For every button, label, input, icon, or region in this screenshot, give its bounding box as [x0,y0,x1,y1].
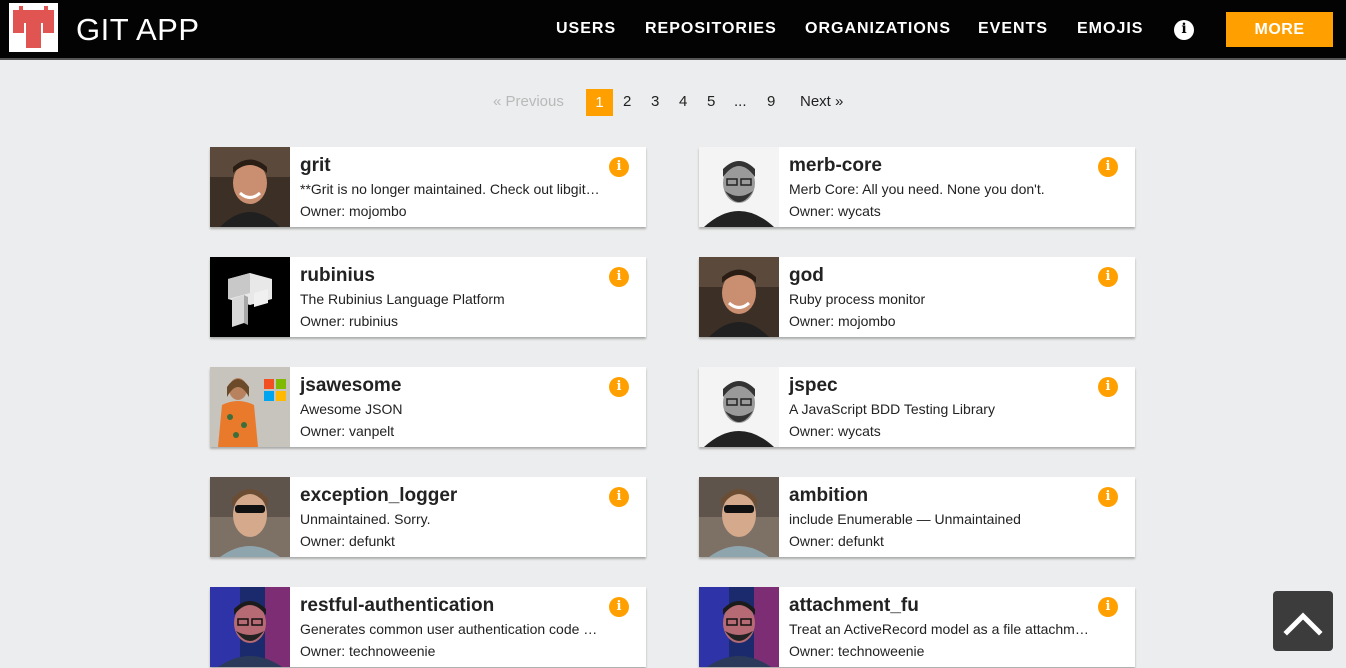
page-link-2[interactable]: 2 [623,93,631,110]
info-icon[interactable]: i [1098,267,1118,287]
info-icon[interactable]: i [609,597,629,617]
more-button[interactable]: MORE [1226,12,1333,47]
repo-card[interactable]: attachment_fu Treat an ActiveRecord mode… [699,587,1135,667]
repo-description: Merb Core: All you need. None you don't. [789,181,1045,197]
repo-card[interactable]: ambition include Enumerable — Unmaintain… [699,477,1135,557]
repo-description: Generates common user authentication cod… [300,621,600,637]
repo-owner: Owner: mojombo [789,313,896,329]
nav-organizations[interactable]: ORGANIZATIONS [805,20,951,38]
owner-avatar [699,367,779,447]
repo-owner: Owner: technoweenie [300,643,436,659]
repo-owner: Owner: wycats [789,203,881,219]
repo-owner: Owner: mojombo [300,203,407,219]
repo-owner: Owner: rubinius [300,313,399,329]
repo-name[interactable]: merb-core [789,155,882,177]
repo-card[interactable]: exception_logger Unmaintained. Sorry. Ow… [210,477,646,557]
repo-card[interactable]: merb-core Merb Core: All you need. None … [699,147,1135,227]
info-icon[interactable]: i [609,267,629,287]
repo-name[interactable]: jsawesome [300,375,401,397]
owner-avatar [210,477,290,557]
info-icon[interactable]: i [609,487,629,507]
app-logo[interactable] [9,3,58,52]
owner-avatar [699,147,779,227]
top-navbar: GIT APP USERS REPOSITORIES ORGANIZATIONS… [0,0,1346,60]
page-link-3[interactable]: 3 [651,93,659,110]
info-icon[interactable]: i [1174,20,1194,40]
repo-description: A JavaScript BDD Testing Library [789,401,995,417]
repo-description: **Grit is no longer maintained. Check ou… [300,181,600,197]
owner-avatar [699,587,779,667]
owner-avatar [210,257,290,337]
nav-repositories[interactable]: REPOSITORIES [645,20,777,38]
app-title[interactable]: GIT APP [76,12,200,48]
owner-avatar [210,587,290,667]
info-icon[interactable]: i [1098,377,1118,397]
repo-description: Treat an ActiveRecord model as a file at… [789,621,1089,637]
next-page-link[interactable]: Next » [800,93,843,110]
info-icon[interactable]: i [1098,487,1118,507]
info-icon[interactable]: i [1098,157,1118,177]
page-link-9[interactable]: 9 [767,93,775,110]
repo-name[interactable]: attachment_fu [789,595,919,617]
repo-card[interactable]: god Ruby process monitor Owner: mojombo … [699,257,1135,337]
scroll-to-top-button[interactable] [1273,591,1333,651]
info-icon[interactable]: i [609,377,629,397]
repo-owner: Owner: vanpelt [300,423,395,439]
repo-card[interactable]: jspec A JavaScript BDD Testing Library O… [699,367,1135,447]
repo-name[interactable]: restful-authentication [300,595,494,617]
previous-page-link: « Previous [493,93,564,110]
nav-events[interactable]: EVENTS [978,20,1048,38]
repo-card[interactable]: jsawesome Awesome JSON Owner: vanpelt i [210,367,646,447]
repo-name[interactable]: rubinius [300,265,375,287]
info-icon[interactable]: i [609,157,629,177]
repo-description: Ruby process monitor [789,291,926,307]
chevron-up-icon [1283,612,1323,636]
repo-card[interactable]: restful-authentication Generates common … [210,587,646,667]
repo-name[interactable]: exception_logger [300,485,457,507]
repo-name[interactable]: ambition [789,485,868,507]
nav-users[interactable]: USERS [556,20,616,38]
page-link-4[interactable]: 4 [679,93,687,110]
page-link-current[interactable]: 1 [586,89,613,116]
repo-card[interactable]: rubinius The Rubinius Language Platform … [210,257,646,337]
repo-owner: Owner: technoweenie [789,643,925,659]
info-icon[interactable]: i [1098,597,1118,617]
repo-owner: Owner: defunkt [789,533,884,549]
page-ellipsis: ... [734,93,747,110]
owner-avatar [210,367,290,447]
repo-name[interactable]: jspec [789,375,838,397]
nav-emojis[interactable]: EMOJIS [1077,20,1143,38]
page-link-5[interactable]: 5 [707,93,715,110]
owner-avatar [210,147,290,227]
owner-avatar [699,257,779,337]
owner-avatar [699,477,779,557]
repo-name[interactable]: grit [300,155,331,177]
repo-owner: Owner: wycats [789,423,881,439]
repo-description: The Rubinius Language Platform [300,291,505,307]
repo-owner: Owner: defunkt [300,533,395,549]
repo-description: Unmaintained. Sorry. [300,511,431,527]
repo-description: include Enumerable — Unmaintained [789,511,1021,527]
repo-name[interactable]: god [789,265,824,287]
repo-card[interactable]: grit **Grit is no longer maintained. Che… [210,147,646,227]
repo-description: Awesome JSON [300,401,403,417]
